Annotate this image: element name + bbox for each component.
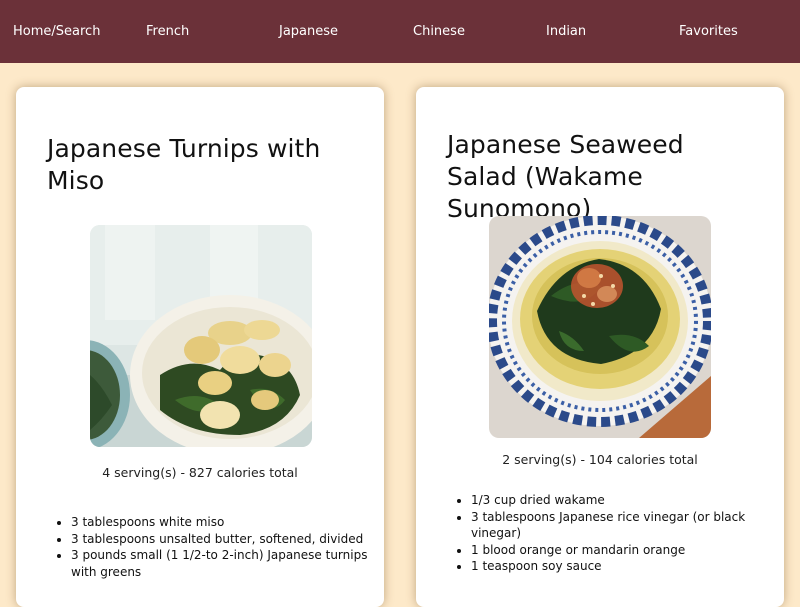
ingredient-item: 1/3 cup dried wakame — [471, 492, 771, 509]
ingredient-item: 3 tablespoons unsalted butter, softened,… — [71, 531, 371, 548]
nav-japanese[interactable]: Japanese — [279, 0, 338, 63]
recipe-card[interactable]: Japanese Seaweed Salad (Wakame Sunomono)… — [416, 87, 784, 607]
servings-calories: 2 serving(s) - 104 calories total — [502, 452, 698, 467]
seaweed-salad-photo — [489, 216, 711, 438]
turnips-miso-photo — [90, 225, 312, 447]
recipe-title[interactable]: Japanese Turnips with Miso — [47, 133, 357, 197]
recipe-photo[interactable] — [90, 225, 312, 447]
nav-indian[interactable]: Indian — [546, 0, 586, 63]
recipe-photo[interactable] — [489, 216, 711, 438]
nav-favorites[interactable]: Favorites — [679, 0, 738, 63]
nav-french[interactable]: French — [146, 0, 189, 63]
nav-home-search[interactable]: Home/Search — [13, 0, 100, 63]
ingredient-item: 1 teaspoon soy sauce — [471, 558, 771, 575]
recipe-card[interactable]: Japanese Turnips with Miso 4 serving(s) … — [16, 87, 384, 607]
ingredient-item: 3 tablespoons white miso — [71, 514, 371, 531]
ingredient-item: 3 pounds small (1 1/2-to 2-inch) Japanes… — [71, 547, 371, 580]
nav-chinese[interactable]: Chinese — [413, 0, 465, 63]
ingredient-list: 3 tablespoons white miso 3 tablespoons u… — [71, 514, 371, 580]
ingredient-list: 1/3 cup dried wakame 3 tablespoons Japan… — [471, 492, 771, 575]
recipe-title[interactable]: Japanese Seaweed Salad (Wakame Sunomono) — [447, 129, 757, 225]
top-navbar: Home/Search French Japanese Chinese Indi… — [0, 0, 800, 63]
ingredient-item: 3 tablespoons Japanese rice vinegar (or … — [471, 509, 771, 542]
servings-calories: 4 serving(s) - 827 calories total — [102, 465, 298, 480]
ingredient-item: 1 blood orange or mandarin orange — [471, 542, 771, 559]
